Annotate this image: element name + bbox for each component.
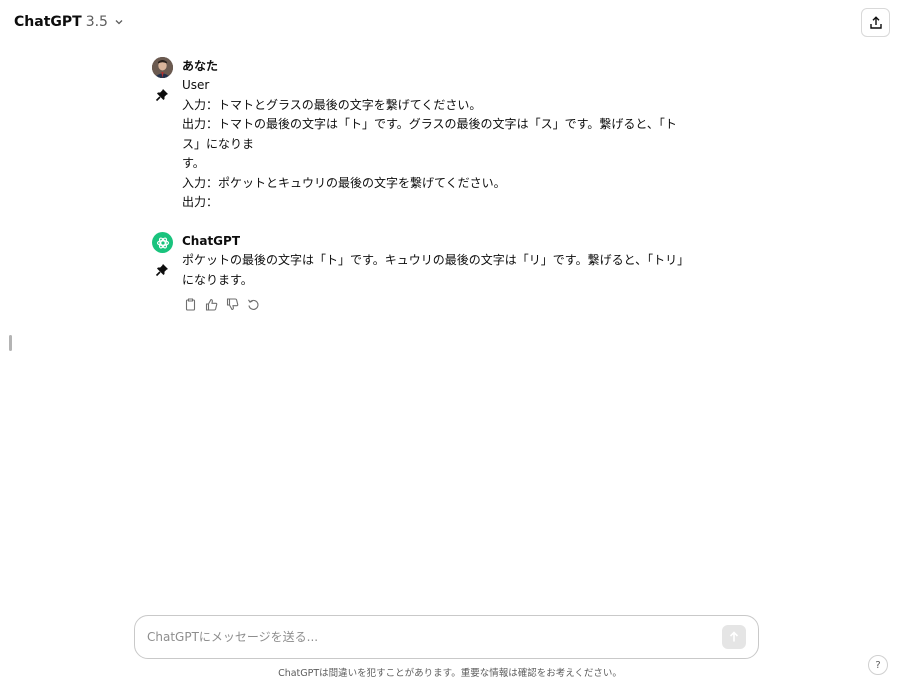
thumbs-down-icon: [226, 297, 238, 310]
chevron-down-icon: [115, 20, 123, 25]
arrow-up-icon: [729, 631, 739, 642]
share-icon: [869, 15, 882, 29]
message-line: す。: [182, 156, 205, 170]
thumbs-up-button[interactable]: [203, 296, 219, 312]
user-photo-icon: [152, 57, 173, 78]
copy-button[interactable]: [182, 296, 198, 312]
message-line: 入力：ポケットとキュウリの最後の文字を繋げてください。: [182, 175, 506, 190]
avatar: [152, 232, 173, 253]
assistant-message: ChatGPT ポケットの最後の文字は「ト」です。キュウリの最後の文字は「リ」で…: [152, 232, 692, 312]
model-selector[interactable]: ChatGPT 3.5: [14, 14, 124, 30]
regenerate-icon: [247, 299, 258, 310]
message-author: あなた: [182, 59, 219, 73]
user-message: あなた User 入力：トマトとグラスの最後の文字を繋げてください。 出力：トマ…: [152, 57, 692, 213]
help-button[interactable]: ?: [868, 655, 888, 675]
thumbs-down-button[interactable]: [224, 296, 240, 312]
pin-icon[interactable]: [154, 87, 170, 103]
avatar: [152, 57, 173, 78]
model-version: 3.5: [85, 14, 108, 30]
message-line: 出力：トマトの最後の文字は「ト」です。グラスの最後の文字は「ス」です。繋げると、…: [182, 117, 677, 151]
message-line: User: [182, 78, 210, 92]
thumbs-up-icon: [205, 298, 217, 311]
disclaimer: ChatGPTは間違いを犯すことがあります。重要な情報は確認をお考えください。: [278, 668, 622, 679]
sidebar-resize-handle[interactable]: [9, 335, 12, 351]
send-button[interactable]: [722, 625, 746, 649]
message-line: 出力：: [182, 195, 219, 209]
message-author: ChatGPT: [182, 234, 241, 248]
message-input[interactable]: [147, 630, 722, 644]
question-icon: ?: [875, 659, 881, 671]
message-composer: [134, 615, 759, 659]
share-button[interactable]: [861, 8, 890, 37]
chatgpt-logo-icon: [156, 237, 169, 248]
regenerate-button[interactable]: [245, 296, 261, 312]
pin-icon[interactable]: [154, 262, 170, 278]
message-line: 入力：トマトとグラスの最後の文字を繋げてください。: [182, 97, 482, 112]
message-text: ポケットの最後の文字は「ト」です。キュウリの最後の文字は「リ」です。繋げると、「…: [182, 253, 690, 287]
message-actions: [182, 296, 692, 312]
model-name: ChatGPT: [14, 14, 82, 30]
copy-icon: [185, 298, 195, 311]
